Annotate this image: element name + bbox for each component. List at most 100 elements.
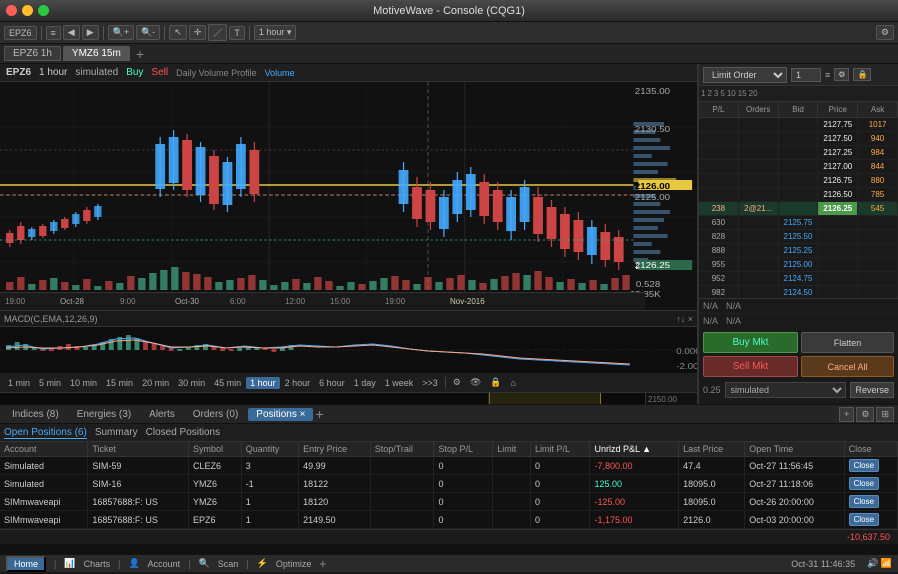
buy-mkt-btn[interactable]: Buy Mkt [703, 332, 798, 353]
dom-row[interactable]: 2127.50 940 [699, 132, 898, 146]
close-position-btn[interactable]: Close [849, 495, 879, 508]
dom-row[interactable]: 828 2125.50 [699, 230, 898, 244]
toolbar-zoom-out[interactable]: 🔍- [136, 25, 160, 40]
col-symbol[interactable]: Symbol [189, 442, 242, 457]
qty-tab-5[interactable]: 5 [720, 89, 724, 98]
qty-tab-10[interactable]: 10 [727, 89, 736, 98]
dom-row[interactable]: 2127.00 844 [699, 160, 898, 174]
col-entry[interactable]: Entry Price [299, 442, 371, 457]
tab-alerts[interactable]: Alerts [141, 408, 183, 421]
qty-tab-15[interactable]: 15 [738, 89, 747, 98]
col-limit-pl[interactable]: Limit P/L [531, 442, 590, 457]
col-limit[interactable]: Limit [493, 442, 531, 457]
status-account-btn[interactable]: Account [148, 559, 181, 569]
tab-epz6[interactable]: EPZ6 1h [4, 46, 61, 61]
col-open-time[interactable]: Open Time [745, 442, 844, 457]
tf-15min[interactable]: 15 min [102, 377, 137, 389]
toolbar-line[interactable]: ／ [208, 24, 227, 41]
toolbar-crosshair[interactable]: ✛ [189, 25, 207, 40]
qty-tab-3[interactable]: 3 [714, 89, 718, 98]
status-charts-btn[interactable]: Charts [84, 559, 111, 569]
toolbar-settings[interactable]: ⚙ [876, 25, 894, 40]
tf-1hour[interactable]: 1 hour [246, 377, 280, 389]
dom-row[interactable]: 982 2124.50 [699, 286, 898, 298]
col-last[interactable]: Last Price [679, 442, 745, 457]
dom-row[interactable]: 952 2124.75 [699, 272, 898, 286]
tf-10min[interactable]: 10 min [66, 377, 101, 389]
order-settings-btn[interactable]: ⚙ [834, 68, 849, 81]
qty-tab-2[interactable]: 2 [707, 89, 711, 98]
positions-settings-btn[interactable]: ⚙ [856, 407, 874, 422]
dom-row[interactable]: 2127.75 1017 [699, 118, 898, 132]
minimize-window-btn[interactable] [22, 5, 33, 16]
col-stop[interactable]: Stop/Trail [370, 442, 434, 457]
add-chart-tab[interactable]: + [132, 46, 148, 62]
tf-45min[interactable]: 45 min [210, 377, 245, 389]
candlestick-chart[interactable]: 2135.00 2130.50 2126.00 2125.00 2114.75 … [0, 82, 697, 310]
sell-mkt-btn[interactable]: Sell Mkt [703, 356, 798, 377]
col-account[interactable]: Account [0, 442, 88, 457]
qty-tab-20[interactable]: 20 [749, 89, 758, 98]
tf-1day[interactable]: 1 day [350, 377, 380, 389]
order-lock-btn[interactable]: 🔒 [853, 68, 871, 81]
toolbar-back[interactable]: ◀ [63, 25, 80, 40]
macd-expand[interactable]: ↑↓ × [676, 314, 693, 324]
order-qty-input[interactable] [791, 68, 821, 82]
status-home-btn[interactable]: Home [6, 556, 46, 572]
col-ticket[interactable]: Ticket [88, 442, 189, 457]
tf-2hour[interactable]: 2 hour [281, 377, 315, 389]
toolbar-timeframe[interactable]: 1 hour ▾ [254, 25, 297, 40]
close-position-btn[interactable]: Close [849, 477, 879, 490]
close-position-btn[interactable]: Close [849, 459, 879, 472]
tf-more[interactable]: >>3 [418, 377, 442, 389]
toolbar-epz6[interactable]: EPZ6 [4, 26, 37, 40]
tf-1week[interactable]: 1 week [381, 377, 418, 389]
toolbar-cursor[interactable]: ↖ [169, 25, 187, 40]
col-stop-pl[interactable]: Stop P/L [434, 442, 493, 457]
tf-lock[interactable]: 🔒 [486, 376, 505, 389]
toolbar-file[interactable]: ≡ [46, 26, 61, 40]
dom-row[interactable]: 2127.25 984 [699, 146, 898, 160]
toolbar-fwd[interactable]: ▶ [82, 25, 99, 40]
tf-1min[interactable]: 1 min [4, 377, 34, 389]
toolbar-text[interactable]: T [229, 26, 245, 40]
tf-30min[interactable]: 30 min [174, 377, 209, 389]
tf-chart-settings[interactable]: ⚙ [449, 376, 465, 389]
status-scan-btn[interactable]: Scan [218, 559, 239, 569]
dom-row[interactable]: 2126.75 880 [699, 174, 898, 188]
tab-energies[interactable]: Energies (3) [69, 408, 139, 421]
reverse-btn[interactable]: Reverse [850, 382, 894, 398]
tab-indices[interactable]: Indices (8) [4, 408, 67, 421]
tf-6hour[interactable]: 6 hour [315, 377, 349, 389]
col-close[interactable]: Close [844, 442, 897, 457]
nav-chart[interactable]: Sep-18 Sep-25 Oct-2016 Oct-9 Oct-16 Oct-… [0, 393, 645, 404]
status-add-btn[interactable]: + [319, 557, 326, 571]
tf-home[interactable]: ⌂ [507, 377, 520, 389]
tf-5min[interactable]: 5 min [35, 377, 65, 389]
tf-eye[interactable]: 👁 [466, 376, 485, 389]
flatten-btn[interactable]: Flatten [801, 332, 894, 353]
toolbar-zoom-in[interactable]: 🔍+ [108, 25, 134, 40]
dom-row[interactable]: 2126.50 785 [699, 188, 898, 202]
cancel-all-btn[interactable]: Cancel All [801, 356, 894, 377]
maximize-window-btn[interactable] [38, 5, 49, 16]
order-type-select[interactable]: Limit Order Market Order Stop Order [703, 67, 787, 83]
tf-20min[interactable]: 20 min [138, 377, 173, 389]
dom-row[interactable]: 955 2125.00 [699, 258, 898, 272]
positions-layout-btn[interactable]: ⊞ [876, 407, 894, 422]
dom-row-current[interactable]: 238 2@21... 2126.25 545 [699, 202, 898, 216]
tab-ymz6[interactable]: YMZ6 15m [63, 46, 130, 61]
dom-row[interactable]: 630 2125.75 [699, 216, 898, 230]
dom-row[interactable]: 888 2125.25 [699, 244, 898, 258]
subbar-closed[interactable]: Closed Positions [146, 427, 220, 438]
status-optimize-btn[interactable]: Optimize [276, 559, 312, 569]
tab-positions[interactable]: Positions × [248, 408, 313, 421]
close-window-btn[interactable] [6, 5, 17, 16]
subbar-open[interactable]: Open Positions (6) [4, 427, 87, 439]
sim-mode-select[interactable]: simulated live [725, 382, 847, 398]
col-unrlzd[interactable]: Unrlzd P&L ▲ [590, 442, 679, 457]
add-bottom-tab[interactable]: + [315, 406, 323, 422]
tab-orders[interactable]: Orders (0) [185, 408, 247, 421]
positions-add-btn[interactable]: + [839, 407, 854, 422]
subbar-summary[interactable]: Summary [95, 427, 138, 438]
